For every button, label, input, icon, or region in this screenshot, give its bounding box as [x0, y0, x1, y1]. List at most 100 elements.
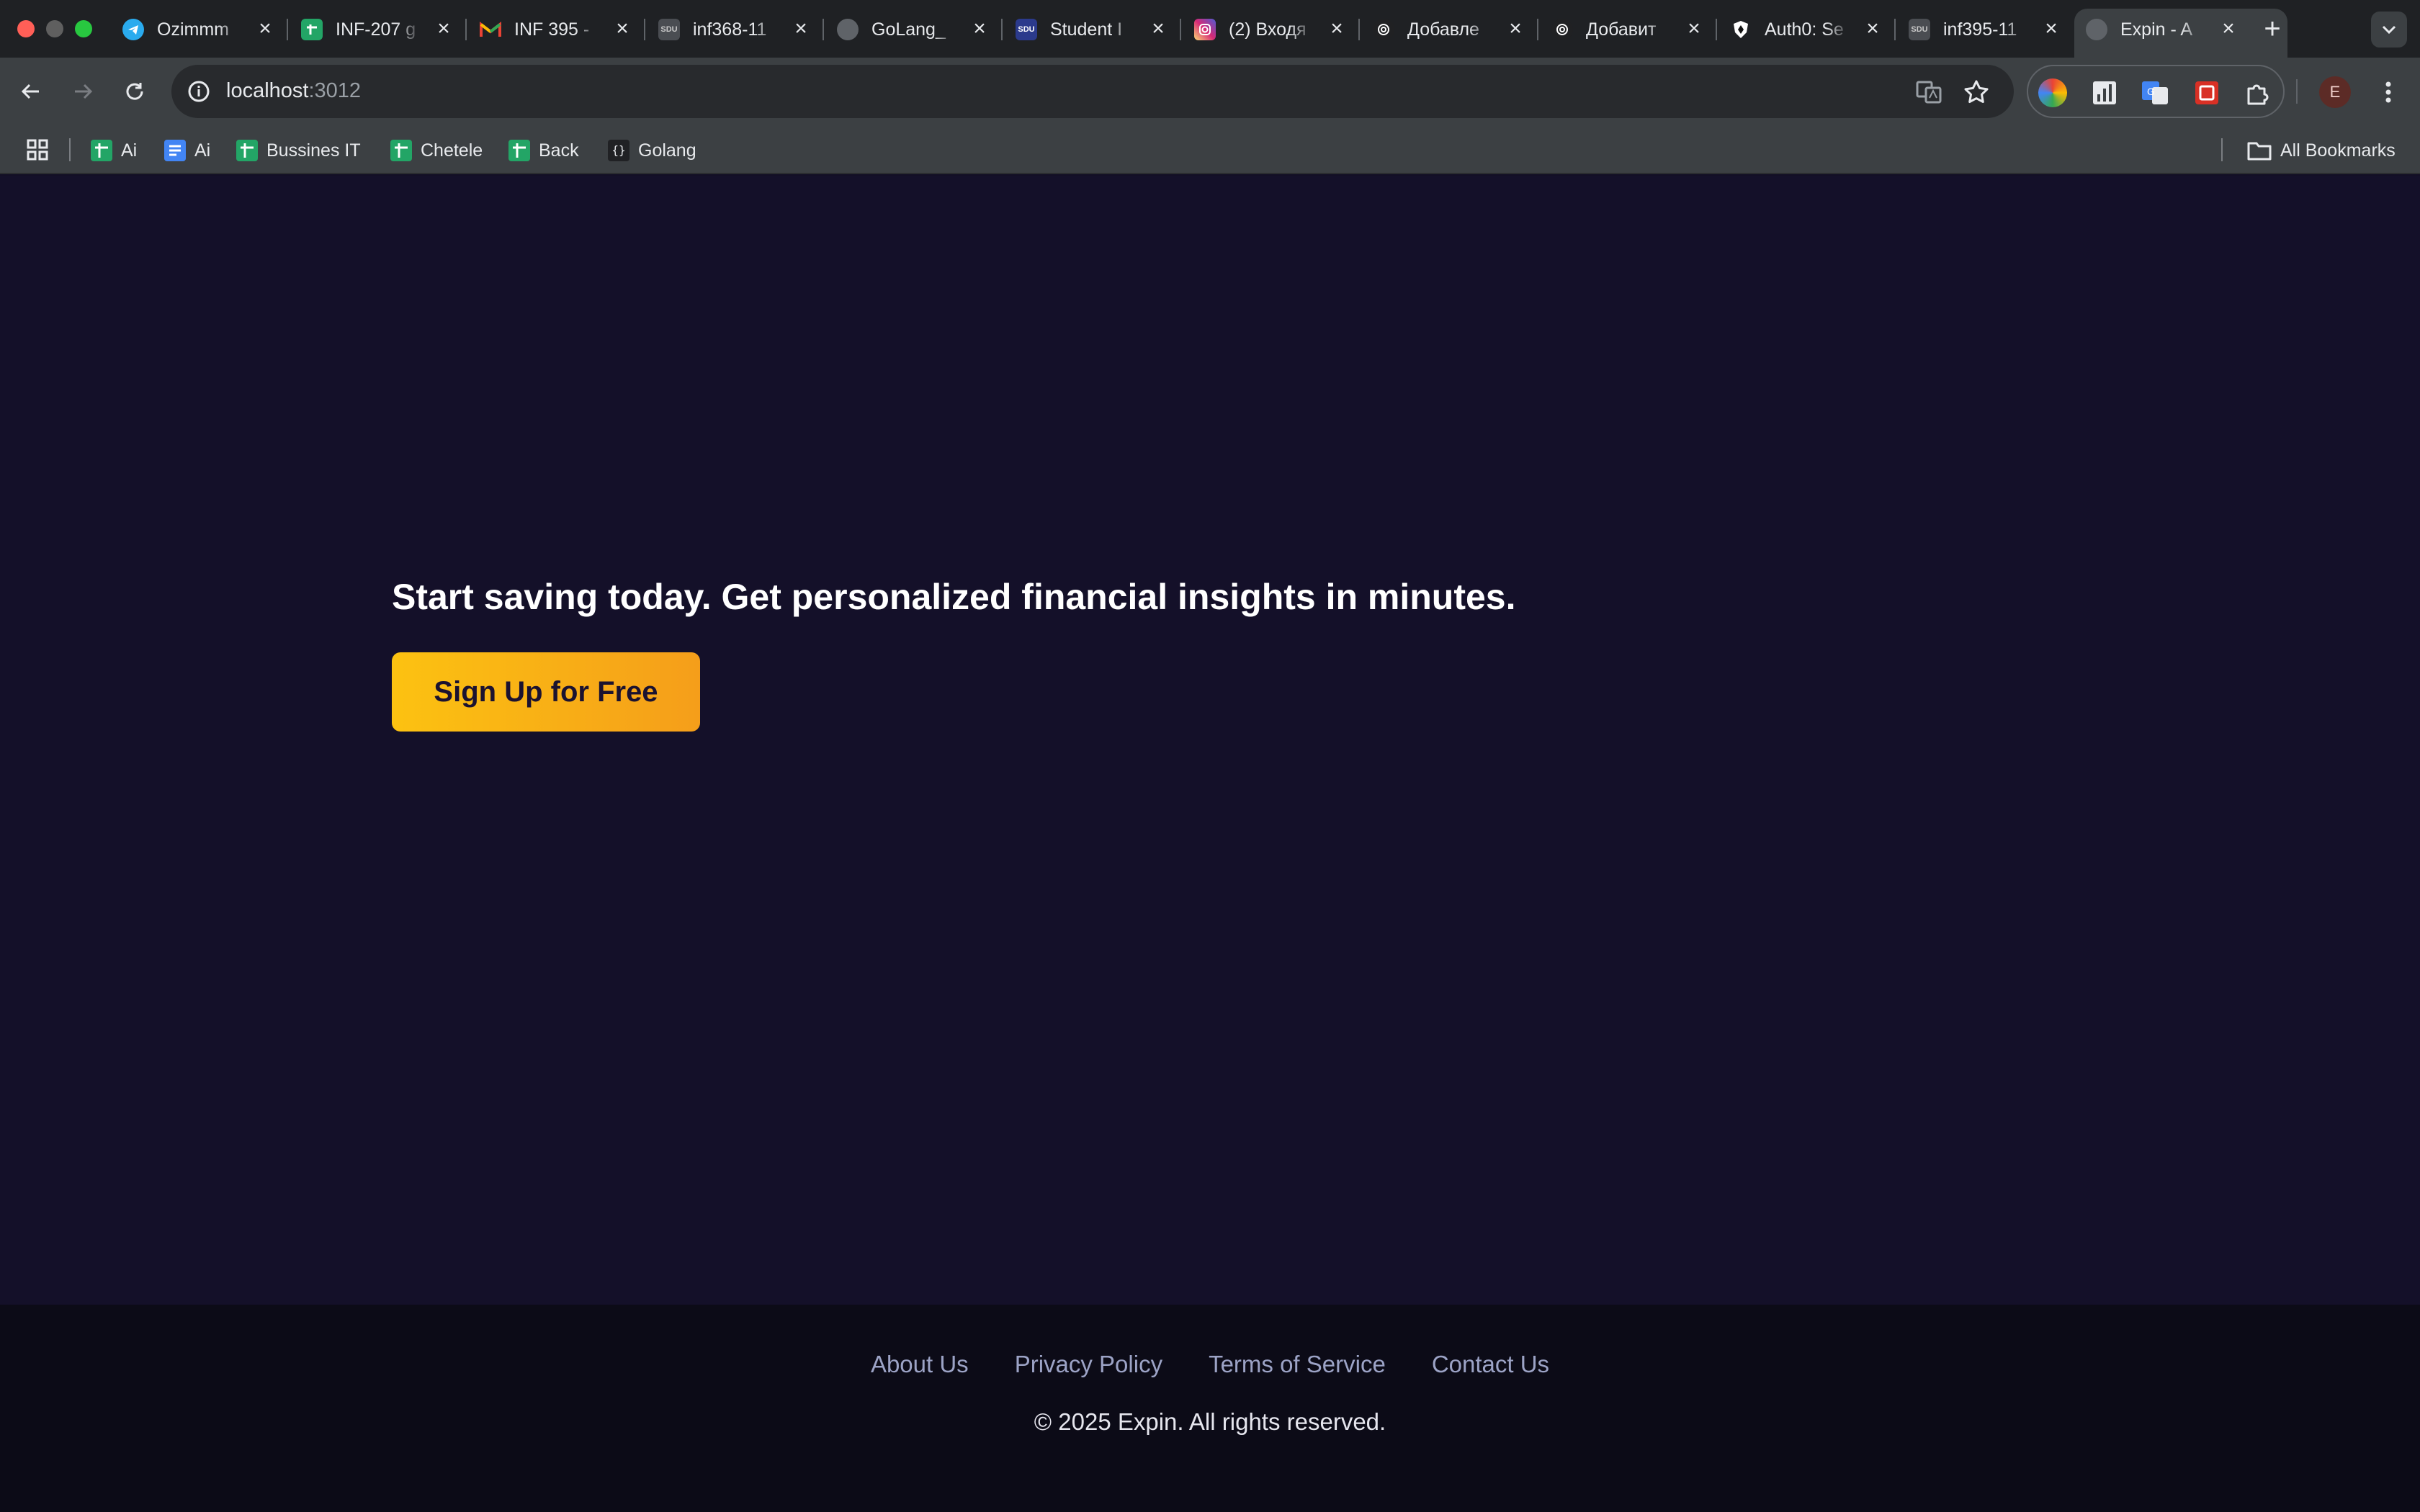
footer-link-about[interactable]: About Us — [871, 1351, 969, 1378]
sign-up-button[interactable]: Sign Up for Free — [392, 652, 700, 732]
close-icon[interactable]: × — [252, 16, 278, 42]
bookmark-ai-sheet[interactable]: Ai — [91, 138, 137, 163]
zoom-window-button[interactable] — [75, 20, 92, 37]
tab-separator — [465, 19, 467, 40]
footer-links: About Us Privacy Policy Terms of Service… — [0, 1351, 2420, 1378]
close-icon[interactable]: × — [2215, 16, 2241, 42]
close-icon[interactable]: × — [609, 16, 635, 42]
puzzle-extensions-icon[interactable] — [2243, 78, 2272, 107]
footer-link-contact[interactable]: Contact Us — [1432, 1351, 1549, 1378]
url-text: localhost:3012 — [226, 79, 361, 103]
chatgpt-icon — [1373, 19, 1394, 40]
close-icon[interactable]: × — [1324, 16, 1350, 42]
forward-button[interactable] — [65, 73, 101, 109]
color-picker-extension-icon[interactable] — [2038, 78, 2067, 107]
tab-strip: Ozimmm × INF-207 g × INF 395 - × SDU inf… — [0, 0, 2420, 58]
tab-title: Добавит — [1586, 19, 1657, 40]
close-icon[interactable]: × — [967, 16, 992, 42]
tab-auth0[interactable]: Auth0: Se × — [1730, 10, 1896, 49]
site-info-icon[interactable] — [186, 78, 212, 104]
tab-instagram[interactable]: (2) Входя × — [1194, 10, 1360, 49]
tab-inf-395-gmail[interactable]: INF 395 - × — [480, 10, 645, 49]
tab-title: INF-207 g — [336, 19, 416, 40]
svg-text:G: G — [2147, 86, 2155, 97]
tab-student-portal[interactable]: SDU Student I × — [1016, 10, 1181, 49]
tab-expin-active[interactable]: Expin - A × — [2086, 10, 2251, 49]
globe-icon — [2086, 19, 2107, 40]
tab-chatgpt-1[interactable]: Добавле × — [1373, 10, 1538, 49]
tab-title: GoLang_ — [871, 19, 946, 40]
tab-ozimmm[interactable]: Ozimmm × — [122, 10, 288, 49]
bookmark-label: Back — [539, 140, 579, 161]
minimize-window-button[interactable] — [46, 20, 63, 37]
bookmarks-bar: Ai Ai Bussines IT Chetele Back {} Golang… — [0, 125, 2420, 174]
footer-link-terms[interactable]: Terms of Service — [1209, 1351, 1386, 1378]
browser-menu-button[interactable] — [2374, 76, 2403, 108]
tab-separator — [1358, 19, 1360, 40]
bookmark-back[interactable]: Back — [508, 138, 579, 163]
code-braces-icon: {} — [608, 140, 629, 161]
adblock-extension-icon[interactable] — [2192, 78, 2221, 107]
google-sheets-icon — [390, 140, 412, 161]
google-translate-extension-icon[interactable]: G — [2141, 78, 2169, 107]
address-bar[interactable]: localhost:3012 — [171, 65, 2014, 118]
sdu-icon: SDU — [658, 19, 680, 40]
browser-toolbar: localhost:3012 G E — [0, 58, 2420, 125]
tab-chatgpt-2[interactable]: Добавит × — [1551, 10, 1717, 49]
tab-separator — [1894, 19, 1896, 40]
bookmarks-divider — [2221, 138, 2223, 161]
tab-title: (2) Входя — [1229, 19, 1307, 40]
close-icon[interactable]: × — [1681, 16, 1707, 42]
translate-icon[interactable] — [1914, 78, 1943, 107]
copyright-text: © 2025 Expin. All rights reserved. — [1034, 1408, 1386, 1435]
close-icon[interactable]: × — [431, 16, 457, 42]
globe-icon — [837, 19, 859, 40]
close-icon[interactable]: × — [1860, 16, 1886, 42]
tab-separator — [1180, 19, 1181, 40]
bookmark-bussines-it[interactable]: Bussines IT — [236, 138, 361, 163]
tab-separator — [1537, 19, 1538, 40]
tab-inf-207[interactable]: INF-207 g × — [301, 10, 467, 49]
tab-title: inf368-11 — [693, 19, 767, 40]
bookmark-label: Ai — [194, 140, 211, 161]
close-icon[interactable]: × — [1502, 16, 1528, 42]
bookmark-golang[interactable]: {} Golang — [608, 138, 696, 163]
tab-title: Auth0: Se — [1765, 19, 1844, 40]
close-icon[interactable]: × — [1145, 16, 1171, 42]
bookmark-star-icon[interactable] — [1962, 78, 1991, 107]
tab-separator — [823, 19, 824, 40]
bookmark-ai-doc[interactable]: Ai — [164, 138, 210, 163]
tab-title: Expin - A — [2120, 19, 2193, 40]
bookmark-chetele[interactable]: Chetele — [390, 138, 483, 163]
tab-search-button[interactable] — [2371, 12, 2407, 48]
new-tab-button[interactable]: + — [2256, 13, 2289, 46]
tab-title: INF 395 - — [514, 19, 590, 40]
tab-golang[interactable]: GoLang_ × — [837, 10, 1003, 49]
gmail-icon — [480, 19, 501, 40]
close-window-button[interactable] — [17, 20, 35, 37]
analytics-extension-icon[interactable] — [2090, 78, 2119, 107]
close-icon[interactable]: × — [788, 16, 814, 42]
footer-link-privacy[interactable]: Privacy Policy — [1015, 1351, 1162, 1378]
tab-title: Student I — [1050, 19, 1123, 40]
kebab-menu-icon — [2385, 81, 2391, 103]
telegram-icon — [122, 19, 144, 40]
apps-grid-icon[interactable] — [26, 138, 49, 161]
tab-inf395[interactable]: SDU inf395-11 × — [1909, 10, 2074, 49]
bookmarks-divider — [69, 138, 71, 161]
url-host: localhost — [226, 79, 309, 102]
all-bookmarks-button[interactable]: All Bookmarks — [2247, 138, 2396, 163]
tab-title: inf395-11 — [1943, 19, 2017, 40]
tab-inf368[interactable]: SDU inf368-11 × — [658, 10, 824, 49]
page-content: Start saving today. Get personalized fin… — [0, 176, 2420, 1305]
profile-avatar[interactable]: E — [2319, 76, 2351, 108]
bookmark-label: Chetele — [421, 140, 483, 161]
close-icon[interactable]: × — [2038, 16, 2064, 42]
tab-title: Ozimmm — [157, 19, 229, 40]
google-sheets-icon — [236, 140, 258, 161]
tab-separator — [287, 19, 288, 40]
google-sheets-icon — [301, 19, 323, 40]
reload-button[interactable] — [117, 73, 153, 109]
bookmark-label: Bussines IT — [266, 140, 361, 161]
back-button[interactable] — [13, 73, 49, 109]
